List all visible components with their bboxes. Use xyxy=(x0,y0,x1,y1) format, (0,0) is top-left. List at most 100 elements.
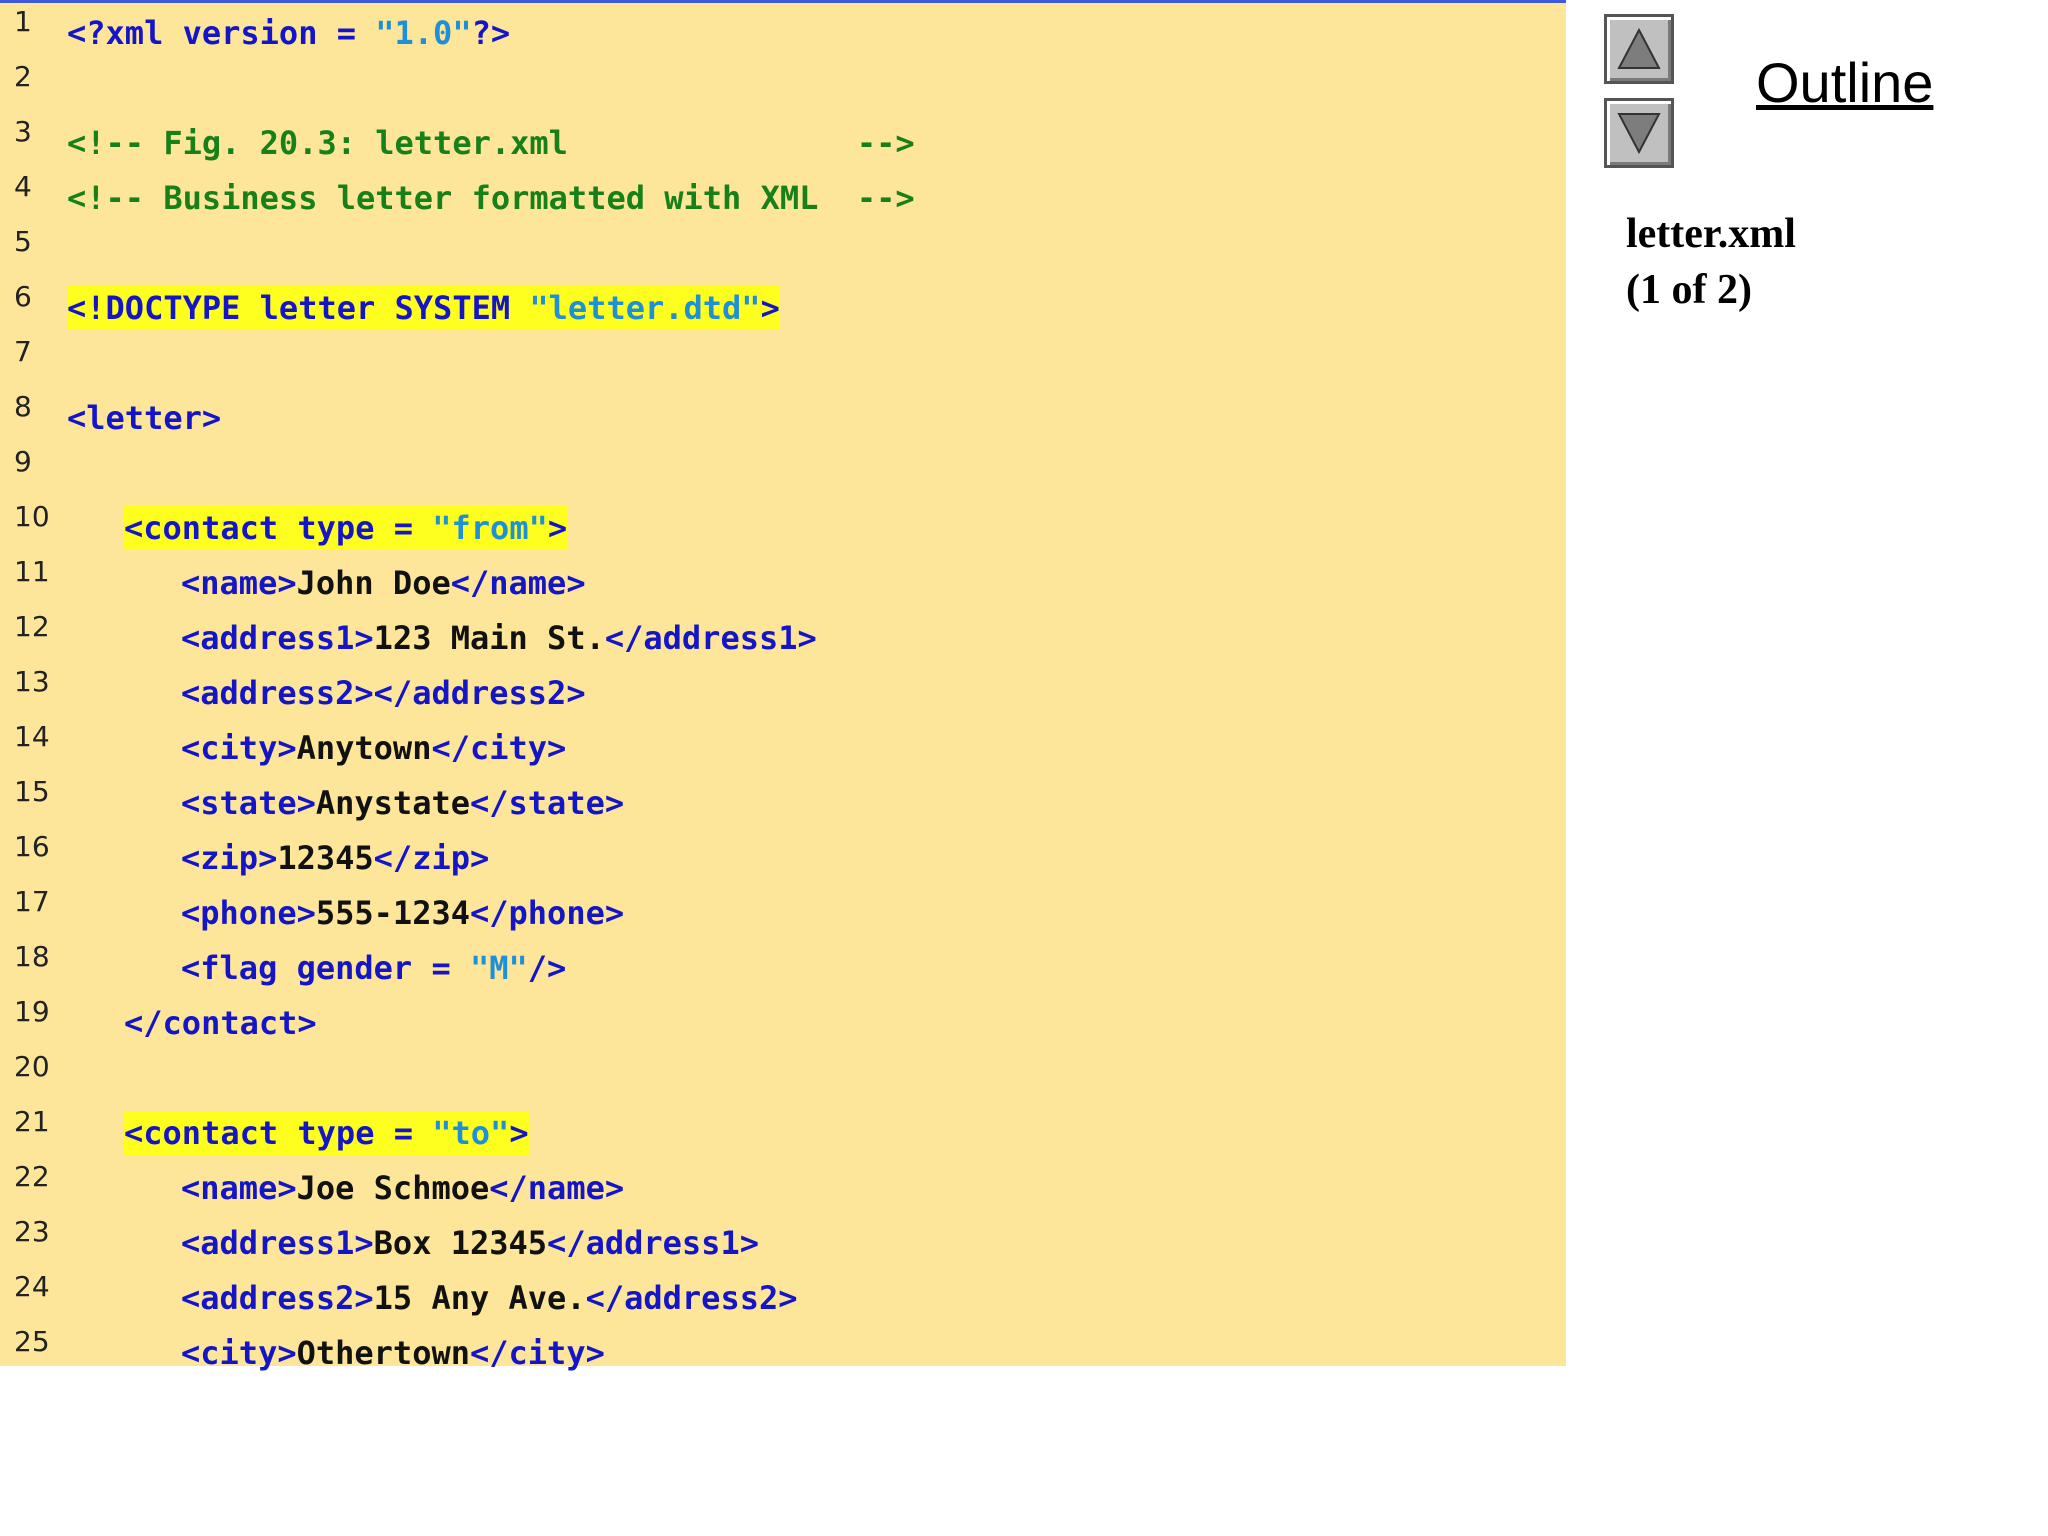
code-line: 9 xyxy=(0,445,1566,506)
code-token: "M" xyxy=(469,949,528,987)
line-number: 16 xyxy=(14,830,50,863)
line-number: 22 xyxy=(14,1160,50,1193)
code-token: <contact type = xyxy=(124,1114,433,1152)
code-token: <state> xyxy=(181,784,316,822)
code-text: <state>Anystate</state> xyxy=(181,781,624,825)
code-text: <!-- Business letter formatted with XML … xyxy=(67,176,915,220)
code-token: </address2> xyxy=(585,1279,798,1317)
code-line: 5 xyxy=(0,225,1566,286)
code-token: <name> xyxy=(181,1169,297,1207)
outline-title[interactable]: Outline xyxy=(1756,50,1933,115)
line-number: 20 xyxy=(14,1050,50,1083)
code-text: </contact> xyxy=(124,1001,317,1045)
code-line: 13 <address2></address2> xyxy=(0,665,1566,726)
outline-navigation xyxy=(1604,14,1678,168)
previous-slide-button[interactable] xyxy=(1604,14,1674,84)
line-number: 18 xyxy=(14,940,50,973)
line-number: 17 xyxy=(14,885,50,918)
line-number: 4 xyxy=(14,170,32,203)
code-token: "to" xyxy=(432,1114,510,1152)
line-number: 2 xyxy=(14,60,32,93)
line-number: 12 xyxy=(14,610,50,643)
code-listing-panel: 1 <?xml version = "1.0"?> 2 3 <!-- Fig. 20.3… xyxy=(0,0,1566,1372)
code-token: <address2> xyxy=(181,1279,374,1317)
code-line: 12 <address1>123 Main St.</address1> xyxy=(0,610,1566,671)
code-token: </address1> xyxy=(547,1224,759,1262)
line-number: 19 xyxy=(14,995,50,1028)
code-token: <!-- Business letter formatted with XML … xyxy=(67,179,915,217)
code-token: </name> xyxy=(489,1169,625,1207)
line-number: 14 xyxy=(14,720,50,753)
code-text: <contact type = "to"> xyxy=(124,1111,529,1155)
page-indicator: (1 of 2) xyxy=(1626,267,1752,313)
code-line: 14 <city>Anytown</city> xyxy=(0,720,1566,781)
code-token: > xyxy=(547,509,568,547)
code-token: "from" xyxy=(432,509,548,547)
code-token: /> xyxy=(527,949,567,987)
code-token: "letter.dtd" xyxy=(529,289,761,327)
code-token: > xyxy=(509,1114,529,1152)
code-text: <!-- Fig. 20.3: letter.xml --> xyxy=(67,121,915,165)
code-token: </name> xyxy=(450,564,586,602)
code-token: <?xml version = xyxy=(67,14,376,52)
code-token: <address1> xyxy=(181,619,374,657)
code-token: "1.0" xyxy=(375,14,472,52)
line-number: 13 xyxy=(14,665,50,698)
code-text: <phone>555-1234</phone> xyxy=(181,891,624,935)
line-number: 1 xyxy=(14,5,32,38)
code-token: <contact type = xyxy=(124,509,433,547)
code-token: John Doe xyxy=(296,564,451,602)
code-text: <?xml version = "1.0"?> xyxy=(67,11,510,55)
code-text: <address1>123 Main St.</address1> xyxy=(181,616,817,660)
line-number: 24 xyxy=(14,1270,50,1303)
line-number: 7 xyxy=(14,335,32,368)
code-token: Anystate xyxy=(315,784,470,822)
code-token: <address2></address2> xyxy=(181,674,586,712)
code-line: 7 xyxy=(0,335,1566,396)
line-number: 11 xyxy=(14,555,50,588)
line-number: 5 xyxy=(14,225,32,258)
code-token: ?> xyxy=(471,14,511,52)
code-token: > xyxy=(760,289,780,327)
code-token: </contact> xyxy=(124,1004,317,1042)
code-text: <flag gender = "M"/> xyxy=(181,946,566,990)
line-number: 23 xyxy=(14,1215,50,1248)
code-token: 12345 xyxy=(277,839,374,877)
code-line: 10 <contact type = "from"> xyxy=(0,500,1566,561)
code-text: <!DOCTYPE letter SYSTEM "letter.dtd"> xyxy=(67,286,780,330)
code-token: 15 Any Ave. xyxy=(373,1279,586,1317)
code-token: 555-1234 xyxy=(315,894,470,932)
next-slide-button[interactable] xyxy=(1604,98,1674,168)
code-token: <name> xyxy=(181,564,297,602)
line-number: 15 xyxy=(14,775,50,808)
line-number: 3 xyxy=(14,115,32,148)
line-number: 9 xyxy=(14,445,32,478)
code-line: 4 <!-- Business letter formatted with XML… xyxy=(0,170,1566,231)
line-number: 10 xyxy=(14,500,50,533)
code-line: 1 <?xml version = "1.0"?> xyxy=(0,5,1566,66)
code-text: <city>Othertown</city> xyxy=(181,1331,605,1375)
code-token: Joe Schmoe xyxy=(296,1169,490,1207)
code-token: </address1> xyxy=(604,619,817,657)
code-token: </state> xyxy=(469,784,625,822)
code-token: <city> xyxy=(181,1334,297,1372)
code-token: 123 Main St. xyxy=(373,619,605,657)
code-token: <address1> xyxy=(181,1224,374,1262)
code-token: </zip> xyxy=(373,839,490,877)
line-number: 21 xyxy=(14,1105,50,1138)
code-line: 23 <address1>Box 12345</address1> xyxy=(0,1215,1566,1276)
code-line: 16 <zip>12345</zip> xyxy=(0,830,1566,891)
code-token: <!DOCTYPE letter SYSTEM xyxy=(67,289,530,327)
code-text: <letter> xyxy=(67,396,221,440)
code-line: 8 <letter> xyxy=(0,390,1566,451)
code-token: <zip> xyxy=(181,839,278,877)
code-token: </city> xyxy=(469,1334,605,1372)
code-text: <address2>15 Any Ave.</address2> xyxy=(181,1276,798,1320)
code-line: 22 <name>Joe Schmoe</name> xyxy=(0,1160,1566,1221)
line-number: 6 xyxy=(14,280,32,313)
file-name: letter.xml xyxy=(1626,211,1796,257)
code-token: <!-- Fig. 20.3: letter.xml --> xyxy=(67,124,915,162)
code-line: 3 <!-- Fig. 20.3: letter.xml --> xyxy=(0,115,1566,176)
code-text: <contact type = "from"> xyxy=(124,506,568,550)
code-line: 24 <address2>15 Any Ave.</address2> xyxy=(0,1270,1566,1331)
